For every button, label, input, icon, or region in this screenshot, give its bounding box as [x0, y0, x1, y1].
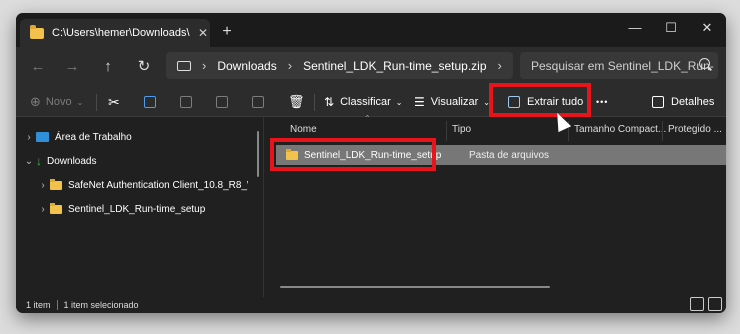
sidebar-item-desktop[interactable]: › Área de Trabalho — [22, 125, 132, 149]
close-window-button[interactable]: ✕ — [684, 13, 726, 43]
tab-close-icon[interactable]: ✕ — [198, 26, 208, 40]
sidebar-item-sentinel[interactable]: › Sentinel_LDK_Run-time_setup — [36, 197, 205, 221]
navigation-pane: › Área de Trabalho ⌄ ↓ Downloads › SafeN… — [16, 117, 264, 297]
new-button[interactable]: ⊕ Novo ⌄ — [30, 87, 83, 117]
sort-label: Classificar — [340, 96, 391, 108]
sidebar-item-label: Sentinel_LDK_Run-time_setup — [68, 203, 206, 215]
back-button[interactable]: ← — [24, 55, 52, 79]
breadcrumb-downloads[interactable]: Downloads — [217, 59, 276, 73]
breadcrumb-separator-icon: › — [287, 58, 293, 73]
refresh-button[interactable]: ↻ — [130, 55, 158, 79]
computer-icon — [177, 60, 191, 71]
chevron-right-icon[interactable]: › — [36, 180, 50, 191]
folder-icon — [30, 24, 44, 39]
more-options-button[interactable]: ••• — [596, 87, 608, 117]
selection-count: 1 item selecionado — [63, 300, 139, 310]
details-button[interactable]: Detalhes — [652, 87, 714, 117]
view-icon: ☰ — [414, 95, 425, 109]
details-label: Detalhes — [671, 96, 715, 108]
share-icon[interactable] — [252, 87, 264, 117]
sidebar-item-downloads[interactable]: ⌄ ↓ Downloads — [22, 149, 97, 173]
search-icon — [699, 58, 710, 69]
chevron-right-icon[interactable]: › — [22, 132, 36, 143]
navigation-scrollbar[interactable] — [257, 131, 259, 177]
column-header-name[interactable]: Nome — [290, 124, 317, 135]
new-tab-button[interactable]: + — [216, 21, 238, 43]
chevron-right-icon[interactable]: › — [36, 204, 50, 215]
tiles-view-icon[interactable] — [708, 297, 722, 311]
highlight-folder-row — [270, 138, 436, 171]
search-box[interactable]: Pesquisar em Sentinel_LDK_Run- — [520, 52, 718, 79]
details-view-icon[interactable] — [690, 297, 704, 311]
breadcrumb-separator-icon: › — [497, 58, 502, 73]
column-header-type[interactable]: Tipo — [452, 124, 471, 135]
forward-button[interactable]: → — [58, 55, 86, 79]
up-button[interactable]: ↑ — [94, 55, 122, 79]
copy-icon[interactable] — [144, 87, 156, 117]
command-bar: ⊕ Novo ⌄ ✂ 🗑 ⇅ Classificar ⌄ ☰ Visualiza… — [16, 87, 726, 117]
cut-icon[interactable]: ✂ — [108, 87, 120, 117]
sidebar-item-safenet[interactable]: › SafeNet Authentication Client_10.8_R8_… — [36, 173, 248, 197]
column-header-compressed-size[interactable]: Tamanho Compact... — [574, 124, 666, 135]
search-input[interactable]: Pesquisar em Sentinel_LDK_Run- — [531, 59, 714, 73]
breadcrumb-separator-icon: › — [202, 58, 207, 73]
horizontal-scrollbar[interactable] — [280, 286, 550, 288]
sidebar-item-label: SafeNet Authentication Client_10.8_R8_Wi… — [68, 179, 248, 191]
sort-icon: ⇅ — [324, 95, 335, 109]
view-button[interactable]: ☰ Visualizar ⌄ — [414, 87, 490, 117]
chevron-down-icon[interactable]: ⌄ — [22, 156, 36, 167]
sidebar-item-label: Área de Trabalho — [55, 131, 132, 143]
view-label: Visualizar — [430, 96, 479, 108]
file-type: Pasta de arquivos — [469, 149, 550, 161]
chevron-down-icon: ⌄ — [76, 97, 84, 107]
new-label: Novo — [45, 96, 72, 108]
highlight-extract-all — [489, 83, 591, 117]
column-header-protected[interactable]: Protegido ... — [668, 124, 722, 135]
address-row: ← → ↑ ↻ › Downloads › Sentinel_LDK_Run-t… — [16, 47, 726, 87]
paste-icon[interactable] — [180, 87, 192, 117]
desktop-icon — [36, 132, 49, 142]
address-bar[interactable]: › Downloads › Sentinel_LDK_Run-time_setu… — [166, 52, 513, 79]
delete-icon[interactable]: 🗑 — [288, 87, 305, 117]
sidebar-item-label: Downloads — [47, 155, 97, 167]
tab-title: C:\Users\hemer\Downloads\S — [52, 27, 190, 39]
title-bar: C:\Users\hemer\Downloads\S ✕ + — ☐ ✕ — [16, 13, 726, 47]
sort-button[interactable]: ⇅ Classificar ⌄ — [324, 87, 403, 117]
folder-icon — [50, 178, 62, 190]
breadcrumb-zip[interactable]: Sentinel_LDK_Run-time_setup.zip — [303, 59, 486, 73]
chevron-down-icon: ⌄ — [395, 97, 403, 107]
details-pane-icon — [652, 96, 664, 108]
new-icon: ⊕ — [30, 94, 41, 109]
download-icon: ↓ — [36, 154, 42, 168]
sort-indicator-icon: ⌃ — [364, 114, 371, 123]
rename-icon[interactable] — [216, 87, 228, 117]
tab-current-folder[interactable]: C:\Users\hemer\Downloads\S ✕ — [20, 19, 210, 47]
folder-icon — [50, 202, 62, 214]
item-count: 1 item — [26, 300, 51, 310]
status-bar: 1 item 1 item selecionado — [16, 297, 726, 313]
